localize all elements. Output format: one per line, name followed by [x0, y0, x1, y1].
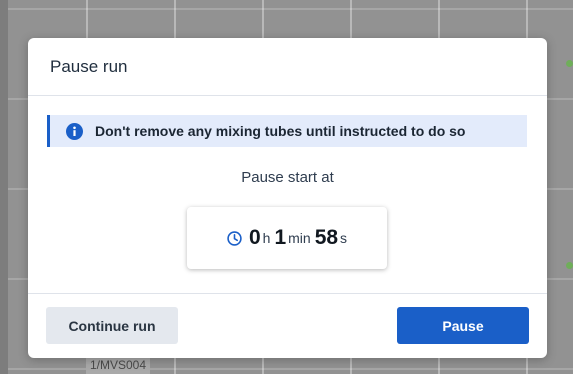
continue-run-button[interactable]: Continue run [46, 307, 178, 344]
dialog-footer: Continue run Pause [28, 293, 547, 358]
elapsed-timer: 0 h 1 min 58 s [187, 207, 387, 269]
background-edge [0, 0, 8, 374]
timer-seconds-unit: s [340, 230, 348, 246]
timer-hours-unit: h [262, 230, 271, 246]
status-dot [566, 262, 573, 269]
clock-icon [227, 230, 242, 246]
timer-minutes-unit: min [288, 230, 311, 246]
timer-minutes: 1 [274, 226, 287, 249]
pause-run-dialog: Pause run Don't remove any mixing tubes … [28, 38, 547, 358]
pause-button[interactable]: Pause [397, 307, 529, 344]
background-cell-label: 1/MVS004 [86, 357, 151, 374]
timer-hours: 0 [248, 226, 261, 249]
dialog-title: Pause run [50, 56, 128, 76]
dialog-header: Pause run [28, 38, 547, 96]
timer-seconds: 58 [314, 226, 339, 249]
pause-start-label: Pause start at [241, 169, 334, 186]
info-icon [66, 122, 83, 140]
info-banner: Don't remove any mixing tubes until inst… [47, 115, 527, 147]
status-dot [566, 60, 573, 67]
info-message: Don't remove any mixing tubes until inst… [95, 123, 466, 139]
